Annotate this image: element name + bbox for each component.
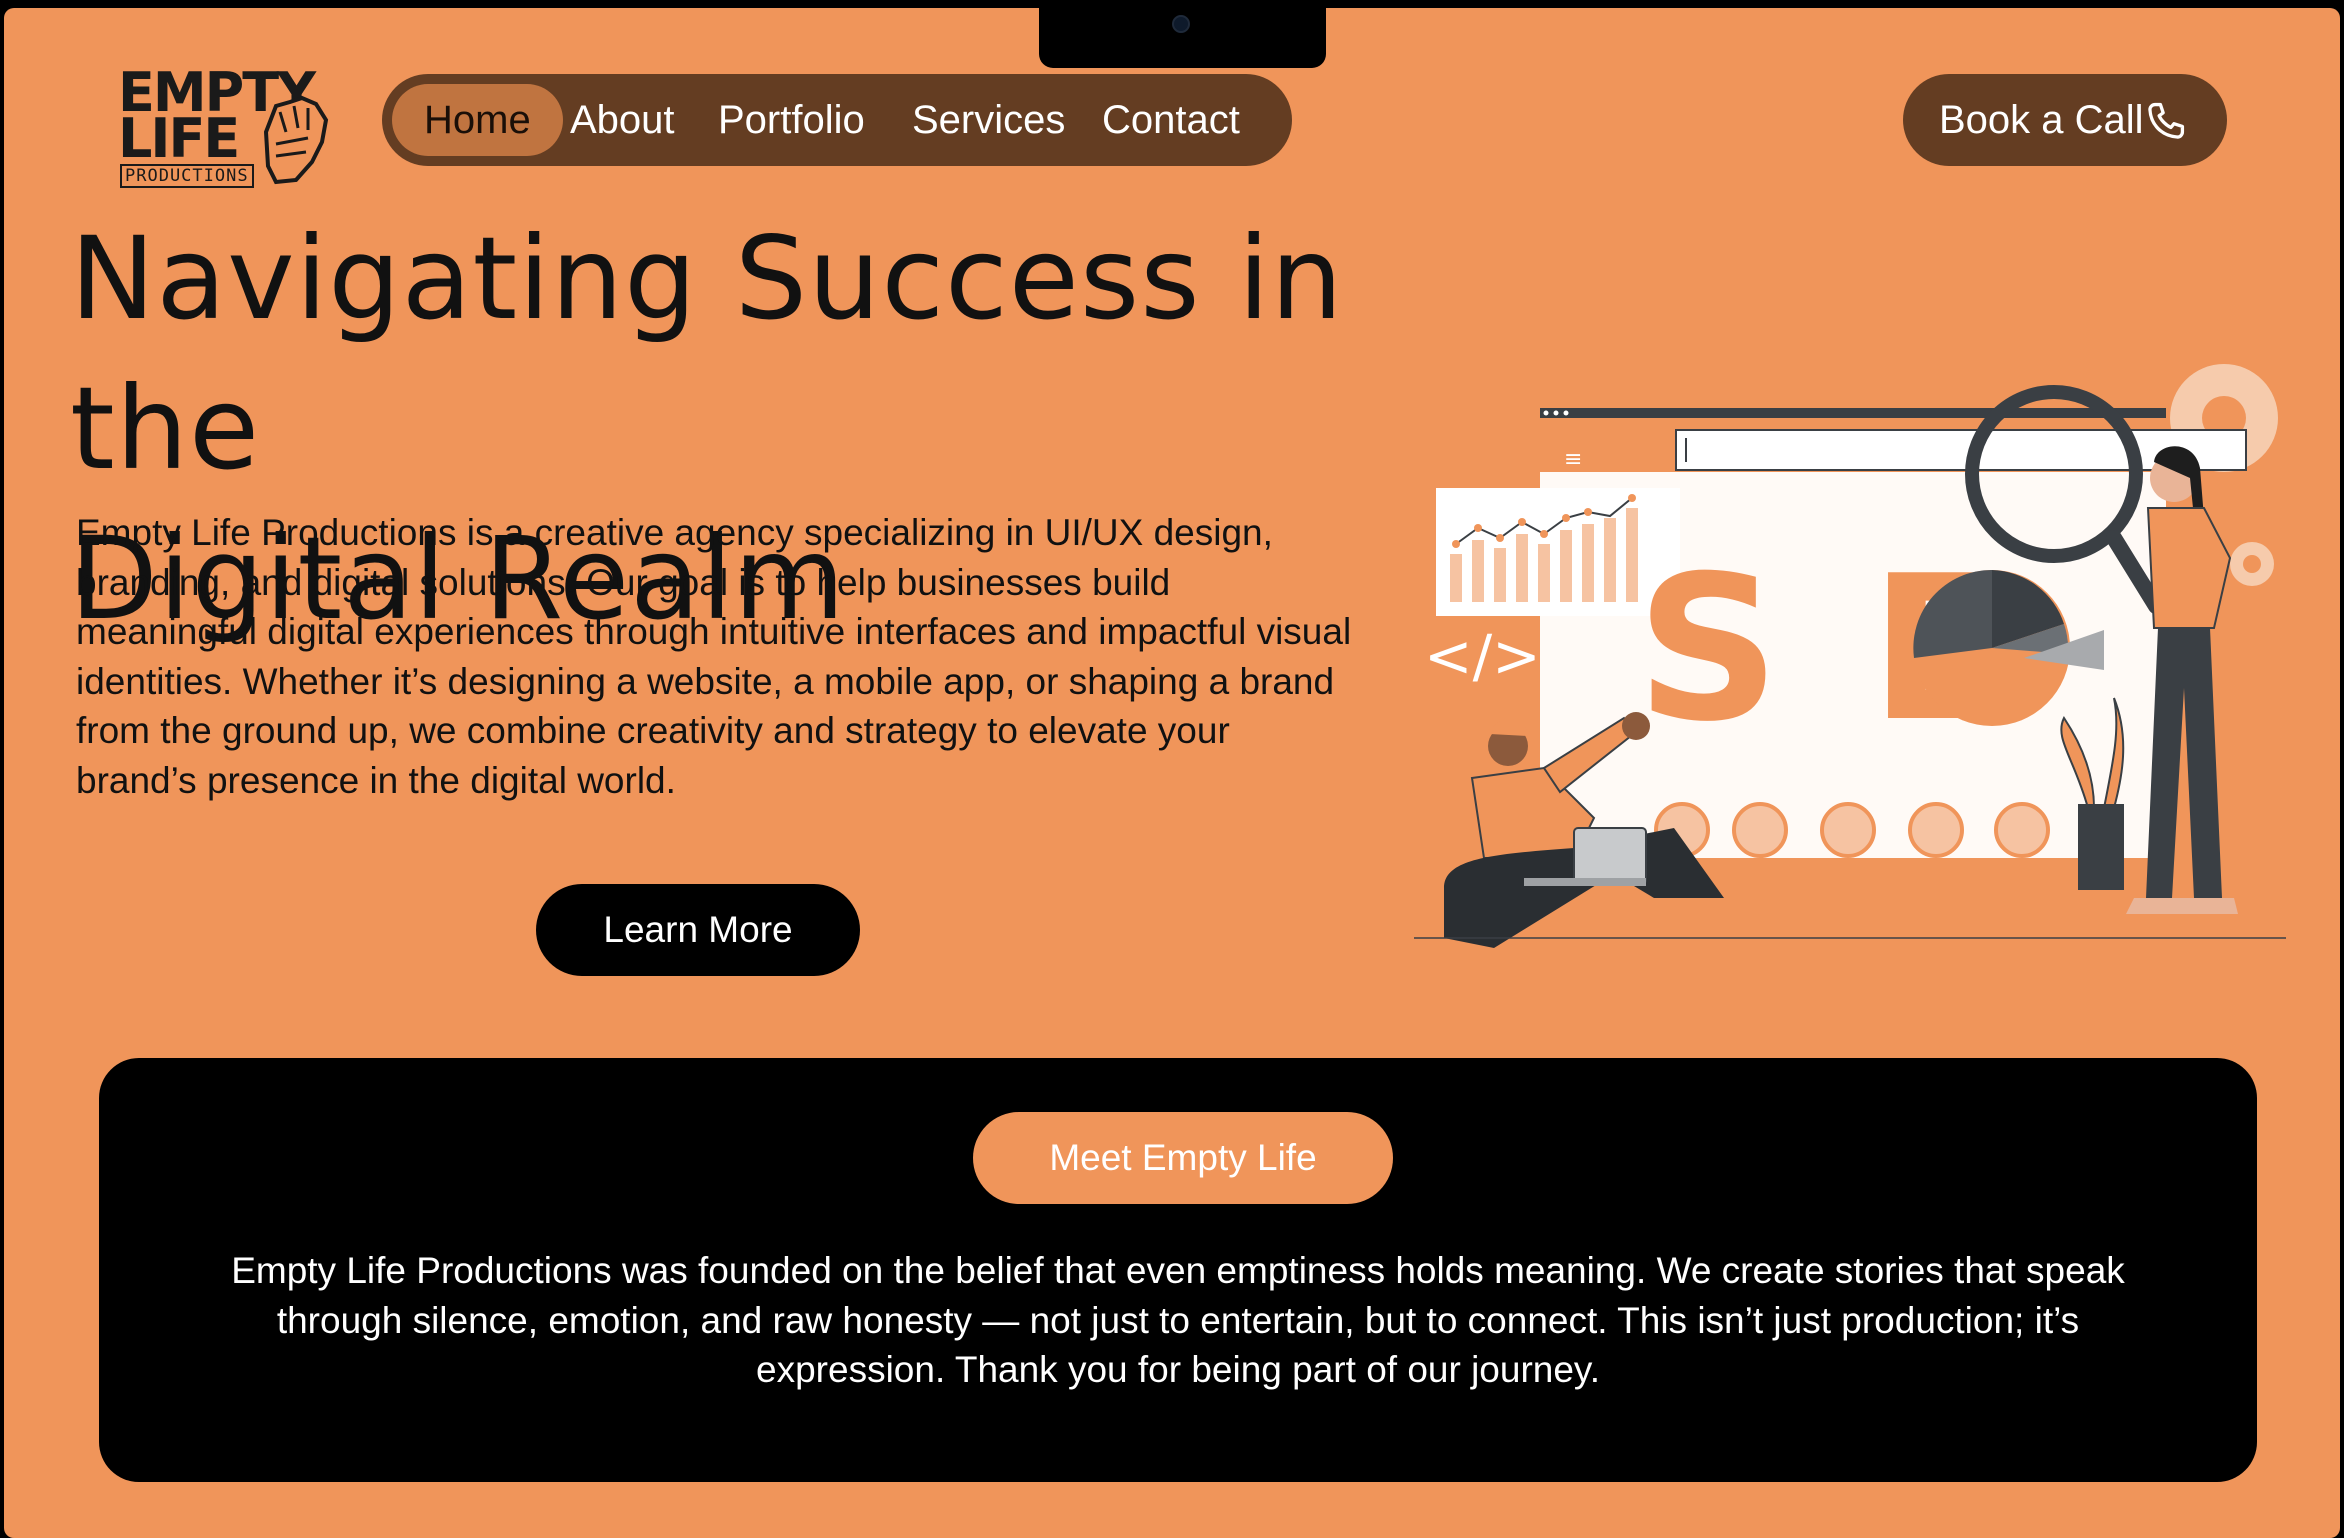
nav-item-portfolio[interactable]: Portfolio: [686, 84, 897, 156]
fist-icon: [263, 95, 329, 185]
camera-notch: [1039, 8, 1326, 68]
hero-title-line-1: Navigating Success in the: [70, 212, 1344, 495]
web-page: EMPTY LIFE PRODUCTIONS Home About Portfo…: [4, 8, 2340, 1538]
about-text: Empty Life Productions was founded on th…: [231, 1250, 2125, 1390]
logo-line-2: LIFE: [118, 107, 240, 170]
hero-description: Empty Life Productions is a creative age…: [76, 512, 1352, 801]
meet-empty-life-button[interactable]: Meet Empty Life: [973, 1112, 1393, 1204]
nav-item-services[interactable]: Services: [880, 84, 1097, 156]
menu-icon: ≡: [1564, 447, 1582, 472]
nav-item-about[interactable]: About: [538, 84, 707, 156]
gear-icon: [2230, 542, 2274, 586]
about-section: Meet Empty Life Empty Life Productions w…: [99, 1058, 2257, 1482]
book-a-call-label: Book a Call: [1939, 98, 2144, 142]
screen: EMPTY LIFE PRODUCTIONS Home About Portfo…: [0, 0, 2344, 1538]
site-logo[interactable]: EMPTY LIFE PRODUCTIONS: [114, 62, 334, 192]
main-nav: Home About Portfolio Services Contact: [382, 74, 1292, 166]
nav-item-contact[interactable]: Contact: [1070, 84, 1272, 156]
phone-icon: [2148, 102, 2185, 139]
seo-illustration: ≡ </> S E: [1414, 364, 2286, 948]
logo-line-3: PRODUCTIONS: [120, 164, 254, 188]
book-a-call-button[interactable]: Book a Call: [1903, 74, 2227, 166]
learn-more-button[interactable]: Learn More: [536, 884, 860, 976]
camera-icon: [1172, 15, 1190, 33]
code-icon: </>: [1424, 622, 1541, 690]
